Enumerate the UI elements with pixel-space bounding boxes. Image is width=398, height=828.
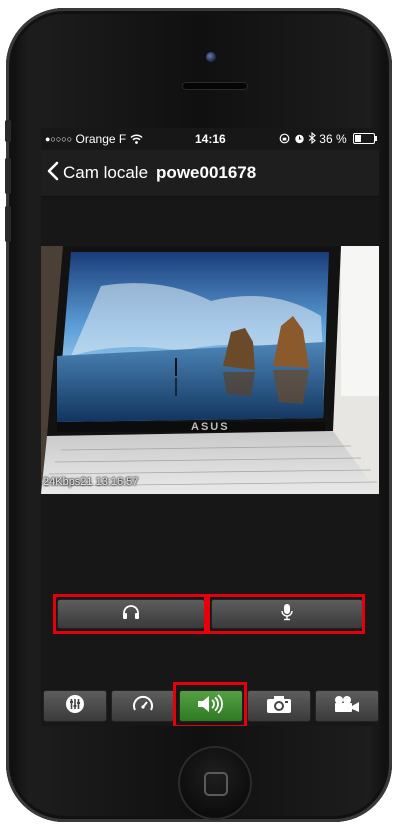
page-title: powe001678 [156,163,257,182]
listen-button[interactable] [57,599,205,629]
rotation-lock-icon [279,132,293,146]
bluetooth-icon [308,131,319,146]
speaker-button[interactable] [179,690,243,722]
status-bar: ●○○○○ Orange F 14:16 36 % [41,128,379,150]
back-label: Cam locale [63,163,149,182]
laptop-brand: ASUS [191,421,230,433]
headphones-icon [122,604,140,625]
camera-icon [266,694,292,719]
equalizer-icon [65,694,85,719]
camera-video-feed[interactable]: ASUS 24Kbps21 13:16:57 [41,246,379,494]
bottom-toolbar [41,682,379,726]
talk-button[interactable] [211,599,363,629]
status-right-group: 36 % [279,128,377,150]
alarm-icon [294,132,308,146]
navigation-bar: Cam locale powe001678 [41,150,379,197]
signal-strength: ●○○○○ [45,134,73,144]
battery-icon [353,133,377,144]
back-button[interactable]: Cam locale [47,161,148,186]
app-screen: ●○○○○ Orange F 14:16 36 % Cam locale pow… [41,128,379,726]
video-camera-icon [333,694,361,719]
earpiece-speaker [182,82,248,90]
speaker-icon [196,693,226,719]
status-time: 14:16 [195,132,226,146]
audio-controls [53,594,367,634]
wifi-icon [130,132,143,146]
home-button[interactable] [178,746,252,820]
volume-down-button [5,206,11,242]
speed-button[interactable] [111,690,175,722]
snapshot-button[interactable] [247,690,311,722]
battery-percent: 36 % [319,132,347,146]
speedometer-icon [131,694,155,719]
microphone-icon [280,603,294,626]
equalizer-button[interactable] [43,690,107,722]
silent-switch [5,120,11,142]
record-button[interactable] [315,690,379,722]
video-bitrate-timestamp: 24Kbps21 13:16:57 [43,476,139,488]
carrier-info: ●○○○○ Orange F [45,128,143,150]
volume-up-button [5,158,11,194]
chevron-left-icon [47,161,59,186]
carrier-name: Orange F [75,132,127,146]
front-camera [206,52,216,62]
